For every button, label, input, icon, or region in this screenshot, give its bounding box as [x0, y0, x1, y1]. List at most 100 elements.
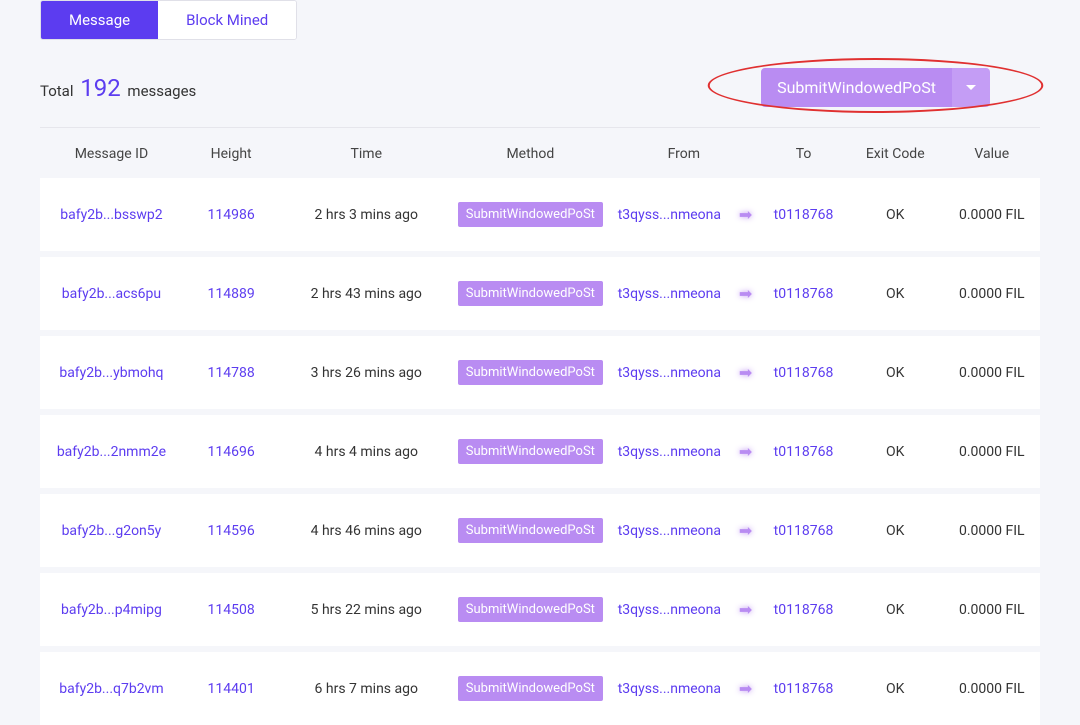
exit-code-text: OK [847, 681, 944, 697]
to-address-link[interactable]: t0118768 [760, 365, 847, 381]
total-prefix: Total [40, 82, 77, 100]
arrow-right-icon: ➡ [739, 284, 752, 303]
message-id-link[interactable]: bafy2b...acs6pu [40, 286, 183, 302]
total-suffix: messages [124, 82, 197, 100]
header-to: To [760, 146, 847, 162]
from-address-link[interactable]: t3qyss...nmeona [608, 523, 732, 539]
arrow-cell: ➡ [731, 442, 760, 461]
time-text: 3 hrs 26 mins ago [279, 365, 453, 381]
height-link[interactable]: 114696 [183, 444, 280, 460]
method-badge: SubmitWindowedPoSt [458, 439, 603, 464]
arrow-cell: ➡ [731, 363, 760, 382]
time-text: 6 hrs 7 mins ago [279, 681, 453, 697]
table-row: bafy2b...q7b2vm1144016 hrs 7 mins ago Sub… [40, 652, 1040, 725]
dropdown-caret-zone [952, 68, 990, 107]
time-text: 2 hrs 43 mins ago [279, 286, 453, 302]
time-text: 2 hrs 3 mins ago [279, 207, 453, 223]
from-address-link[interactable]: t3qyss...nmeona [608, 286, 732, 302]
arrow-cell: ➡ [731, 521, 760, 540]
method-badge: SubmitWindowedPoSt [458, 202, 603, 227]
from-address-link[interactable]: t3qyss...nmeona [608, 444, 732, 460]
message-id-link[interactable]: bafy2b...p4mipg [40, 602, 183, 618]
method-cell: SubmitWindowedPoSt [453, 439, 607, 464]
value-text: 0.0000 FIL [943, 286, 1040, 302]
from-address-link[interactable]: t3qyss...nmeona [608, 681, 732, 697]
exit-code-text: OK [847, 286, 944, 302]
method-filter-dropdown[interactable]: SubmitWindowedPoSt [761, 68, 990, 107]
value-text: 0.0000 FIL [943, 365, 1040, 381]
arrow-cell: ➡ [731, 284, 760, 303]
method-badge: SubmitWindowedPoSt [458, 676, 603, 701]
arrow-right-icon: ➡ [739, 600, 752, 619]
message-id-link[interactable]: bafy2b...bsswp2 [40, 207, 183, 223]
to-address-link[interactable]: t0118768 [760, 602, 847, 618]
exit-code-text: OK [847, 523, 944, 539]
height-link[interactable]: 114401 [183, 681, 280, 697]
header-method: Method [453, 146, 607, 162]
value-text: 0.0000 FIL [943, 681, 1040, 697]
method-badge: SubmitWindowedPoSt [458, 281, 603, 306]
exit-code-text: OK [847, 207, 944, 223]
summary-row: Total 192 messages SubmitWindowedPoSt [40, 60, 1040, 115]
message-id-link[interactable]: bafy2b...ybmohq [40, 365, 183, 381]
arrow-right-icon: ➡ [739, 679, 752, 698]
to-address-link[interactable]: t0118768 [760, 444, 847, 460]
from-address-link[interactable]: t3qyss...nmeona [608, 365, 732, 381]
value-text: 0.0000 FIL [943, 207, 1040, 223]
message-id-link[interactable]: bafy2b...2nmm2e [40, 444, 183, 460]
table-row: bafy2b...ybmohq1147883 hrs 26 mins ago Su… [40, 336, 1040, 409]
height-link[interactable]: 114508 [183, 602, 280, 618]
arrow-cell: ➡ [731, 600, 760, 619]
exit-code-text: OK [847, 365, 944, 381]
method-badge: SubmitWindowedPoSt [458, 360, 603, 385]
method-cell: SubmitWindowedPoSt [453, 597, 607, 622]
from-address-link[interactable]: t3qyss...nmeona [608, 602, 732, 618]
time-text: 4 hrs 46 mins ago [279, 523, 453, 539]
method-badge: SubmitWindowedPoSt [458, 518, 603, 543]
to-address-link[interactable]: t0118768 [760, 681, 847, 697]
arrow-cell: ➡ [731, 679, 760, 698]
arrow-right-icon: ➡ [739, 521, 752, 540]
method-cell: SubmitWindowedPoSt [453, 360, 607, 385]
to-address-link[interactable]: t0118768 [760, 286, 847, 302]
to-address-link[interactable]: t0118768 [760, 207, 847, 223]
height-link[interactable]: 114788 [183, 365, 280, 381]
arrow-cell: ➡ [731, 205, 760, 224]
tab-block-mined[interactable]: Block Mined [158, 1, 296, 39]
value-text: 0.0000 FIL [943, 602, 1040, 618]
messages-table: Message ID Height Time Method From To Ex… [40, 127, 1040, 725]
message-id-link[interactable]: bafy2b...q7b2vm [40, 681, 183, 697]
arrow-right-icon: ➡ [739, 363, 752, 382]
height-link[interactable]: 114596 [183, 523, 280, 539]
method-filter-selected: SubmitWindowedPoSt [761, 68, 952, 107]
from-address-link[interactable]: t3qyss...nmeona [608, 207, 732, 223]
height-link[interactable]: 114889 [183, 286, 280, 302]
header-time: Time [279, 146, 453, 162]
table-row: bafy2b...bsswp21149862 hrs 3 mins ago Sub… [40, 178, 1040, 251]
method-cell: SubmitWindowedPoSt [453, 518, 607, 543]
table-row: bafy2b...2nmm2e1146964 hrs 4 mins ago Sub… [40, 415, 1040, 488]
header-message-id: Message ID [40, 146, 183, 162]
filter-annotation-wrap: SubmitWindowedPoSt [711, 60, 1040, 115]
table-body: bafy2b...bsswp21149862 hrs 3 mins ago Sub… [40, 178, 1040, 725]
tab-message[interactable]: Message [41, 1, 158, 39]
header-value: Value [944, 146, 1041, 162]
method-badge: SubmitWindowedPoSt [458, 597, 603, 622]
total-messages-text: Total 192 messages [40, 74, 196, 102]
exit-code-text: OK [847, 602, 944, 618]
header-from: From [608, 146, 761, 162]
arrow-right-icon: ➡ [739, 442, 752, 461]
method-cell: SubmitWindowedPoSt [453, 202, 607, 227]
table-row: bafy2b...p4mipg1145085 hrs 22 mins agoSu… [40, 573, 1040, 646]
time-text: 4 hrs 4 mins ago [279, 444, 453, 460]
message-id-link[interactable]: bafy2b...g2on5y [40, 523, 183, 539]
value-text: 0.0000 FIL [943, 523, 1040, 539]
to-address-link[interactable]: t0118768 [760, 523, 847, 539]
table-row: bafy2b...acs6pu1148892 hrs 43 mins ago Su… [40, 257, 1040, 330]
exit-code-text: OK [847, 444, 944, 460]
caret-down-icon [966, 85, 976, 90]
total-count: 192 [80, 74, 120, 102]
height-link[interactable]: 114986 [183, 207, 280, 223]
method-cell: SubmitWindowedPoSt [453, 281, 607, 306]
table-header-row: Message ID Height Time Method From To Ex… [40, 128, 1040, 178]
